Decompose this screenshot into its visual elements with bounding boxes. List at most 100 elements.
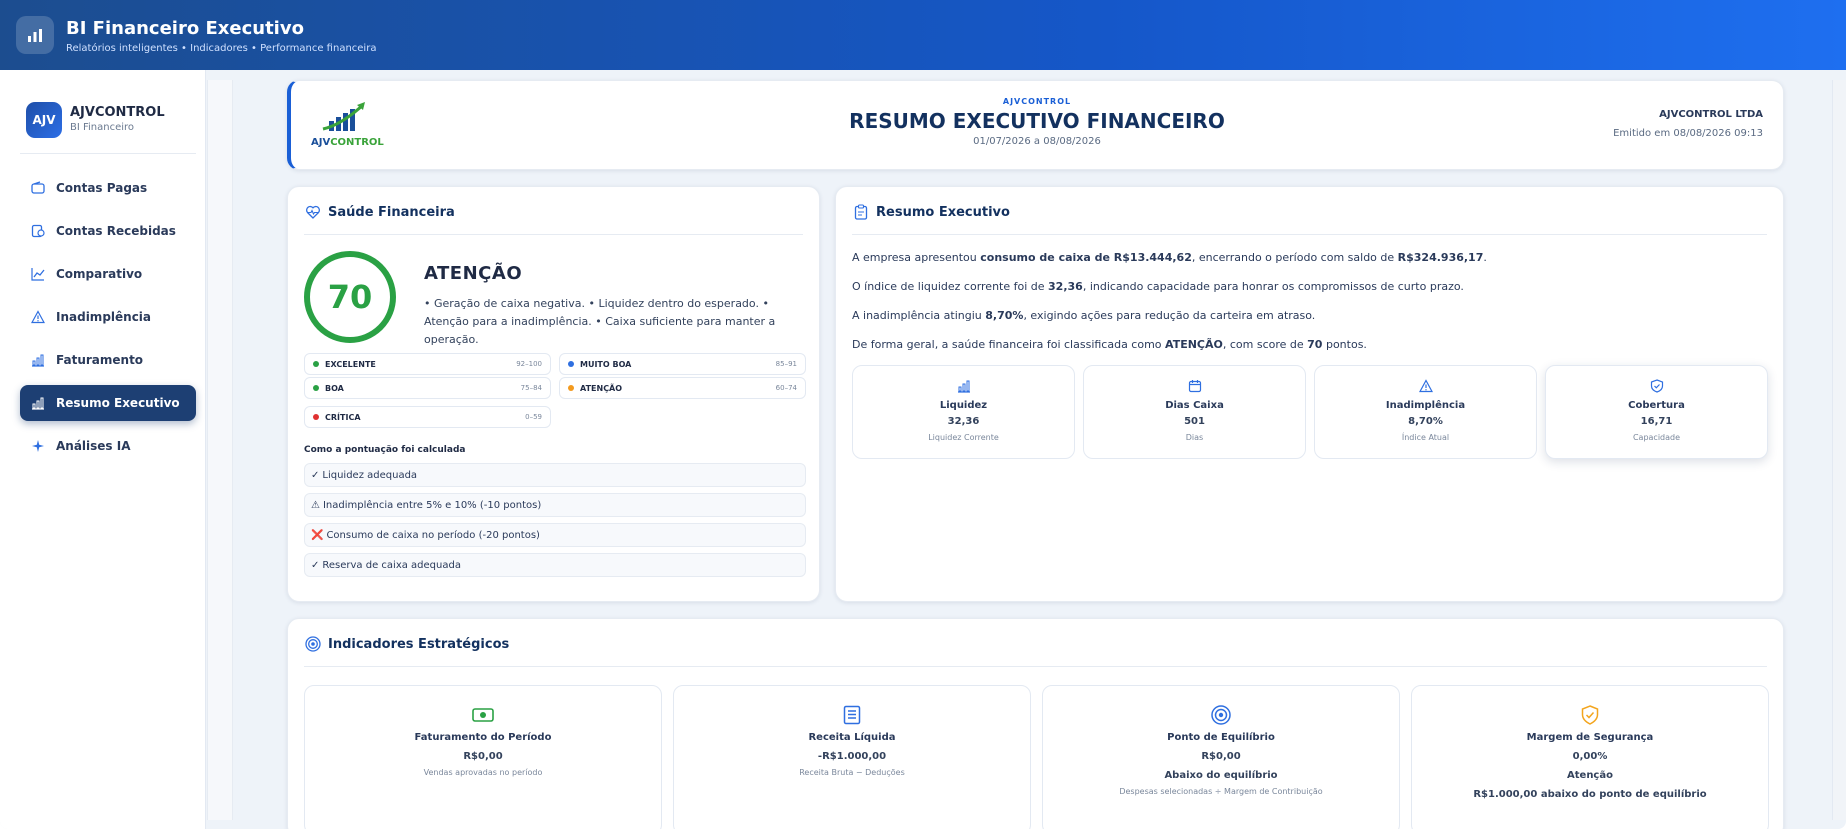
summary-paragraph: De forma geral, a saúde financeira foi c…	[852, 338, 1367, 351]
indicator-card-ponto-equilibrio: Ponto de Equilíbrio R$0,00 Abaixo do equ…	[1042, 685, 1400, 829]
kpi-sub: Dias	[1185, 433, 1204, 442]
sidebar-item-inadimplencia[interactable]: Inadimplência	[20, 299, 196, 335]
sidebar-item-resumo-executivo[interactable]: Resumo Executivo	[20, 385, 196, 421]
list-item: ✓ Reserva de caixa adequada	[304, 553, 806, 577]
sidebar-item-label: Contas Recebidas	[56, 224, 176, 238]
indicator-value: -R$1.000,00	[817, 751, 887, 762]
card-title: Indicadores Estratégicos	[328, 636, 510, 652]
app-title: BI Financeiro Executivo	[66, 18, 304, 39]
document-icon	[841, 704, 863, 726]
report-period: 01/07/2026 a 08/08/2026	[973, 136, 1101, 147]
divider	[304, 666, 1767, 667]
sidebar-item-contas-recebidas[interactable]: Contas Recebidas	[20, 213, 196, 249]
kpi-label: Cobertura	[1628, 400, 1685, 411]
app-logo-icon	[16, 16, 54, 54]
sidebar-item-contas-pagas[interactable]: Contas Pagas	[20, 170, 196, 206]
report-brand: AJVCONTROL	[1002, 97, 1072, 106]
sidebar-item-label: Inadimplência	[56, 310, 152, 324]
status-dot	[313, 361, 319, 367]
bar-chart-icon	[30, 395, 46, 411]
divider	[20, 153, 196, 154]
wallet-icon	[30, 180, 46, 196]
bar-chart-icon	[30, 352, 46, 368]
health-description: • Geração de caixa negativa. • Liquidez …	[424, 297, 776, 346]
sidebar-item-label: Resumo Executivo	[56, 396, 180, 410]
list-item: ❌ Consumo de caixa no período (-20 pontos…	[304, 523, 806, 547]
kpi-sub: Liquidez Corrente	[928, 433, 999, 442]
kpi-value: 8,70%	[1408, 416, 1443, 427]
score-ring: 70	[304, 251, 396, 343]
sidebar-item-label: Faturamento	[56, 353, 144, 367]
indicator-label: Faturamento do Período	[414, 732, 552, 743]
kpi-label: Inadimplência	[1385, 400, 1466, 411]
report-header: AJVCONTROL AJVCONTROL RESUMO EXECUTIVO F…	[287, 80, 1784, 170]
indicator-label: Ponto de Equilíbrio	[1167, 732, 1275, 743]
kpi-label: Dias Caixa	[1165, 400, 1224, 411]
target-icon	[1210, 704, 1232, 726]
brand-subtitle: BI Financeiro	[70, 122, 135, 133]
indicator-sub: Despesas selecionadas ÷ Margem de Contri…	[1119, 787, 1323, 796]
divider	[304, 234, 803, 235]
indicator-sub: Vendas aprovadas no período	[423, 768, 543, 777]
list-item: ✓ Liquidez adequada	[304, 463, 806, 487]
sidebar-item-label: Contas Pagas	[56, 181, 148, 195]
sidebar-item-label: Análises IA	[56, 439, 131, 453]
clipboard-icon	[852, 203, 870, 221]
kpi-label: Liquidez	[939, 400, 988, 411]
sidebar-item-analises-ia[interactable]: Análises IA	[20, 428, 196, 464]
sparkle-icon	[30, 438, 46, 454]
sidebar-brand: AJV AJVCONTROL BI Financeiro	[26, 102, 196, 142]
kpi-row: Liquidez 32,36 Liquidez Corrente Dias Ca…	[852, 365, 1768, 459]
status-dot	[568, 361, 574, 367]
health-status: ATENÇÃO	[424, 263, 523, 284]
top-header: BI Financeiro Executivo Relatórios intel…	[0, 0, 1846, 70]
target-icon	[304, 635, 322, 653]
avatar: AJV	[26, 102, 62, 138]
indicator-note: R$1.000,00 abaixo do ponto de equilíbrio	[1473, 789, 1707, 800]
heart-pulse-icon	[304, 203, 322, 221]
strategic-grid: Faturamento do Período R$0,00 Vendas apr…	[304, 685, 1769, 829]
card-title: Resumo Executivo	[876, 204, 1010, 220]
sidebar-item-comparativo[interactable]: Comparativo	[20, 256, 196, 292]
trend-icon	[30, 266, 46, 282]
indicator-value: R$0,00	[1201, 751, 1241, 762]
indicator-card-margem-seguranca: Margem de Segurança 0,00% Atenção R$1.00…	[1411, 685, 1769, 829]
strategic-indicators-card: Indicadores Estratégicos Faturamento do …	[287, 618, 1784, 829]
kpi-value: 501	[1184, 416, 1205, 427]
status-dot	[313, 414, 319, 420]
indicator-value: 0,00%	[1572, 751, 1608, 762]
warning-icon	[30, 309, 46, 325]
report-title: RESUMO EXECUTIVO FINANCEIRO	[849, 109, 1225, 133]
app-subtitle: Relatórios inteligentes • Indicadores • …	[66, 43, 377, 54]
indicator-label: Margem de Segurança	[1526, 732, 1654, 743]
kpi-value: 32,36	[947, 416, 980, 427]
kpi-card-cobertura: Cobertura 16,71 Capacidade	[1545, 365, 1768, 459]
calc-title: Como a pontuação foi calculada	[304, 445, 466, 455]
report-company: AJVCONTROL LTDA	[1659, 109, 1763, 120]
app-window: BI Financeiro Executivo Relatórios intel…	[0, 0, 1846, 829]
status-dot	[313, 385, 319, 391]
kpi-card-inadimplencia: Inadimplência 8,70% Índice Atual	[1314, 365, 1537, 459]
main-content: AJVCONTROL AJVCONTROL RESUMO EXECUTIVO F…	[234, 70, 1846, 829]
warning-icon	[1418, 378, 1434, 394]
main-scrollbar[interactable]	[1832, 80, 1846, 820]
kpi-card-liquidez: Liquidez 32,36 Liquidez Corrente	[852, 365, 1075, 459]
indicator-sub: Receita Bruta − Deduções	[799, 768, 905, 777]
sidebar-item-faturamento[interactable]: Faturamento	[20, 342, 196, 378]
indicator-label: Receita Líquida	[808, 732, 896, 743]
money-icon	[472, 704, 494, 726]
legend-item: EXCELENTE 92–100	[304, 353, 551, 375]
card-title: Saúde Financeira	[328, 204, 455, 220]
list-item: ⚠ Inadimplência entre 5% e 10% (-10 ponto…	[304, 493, 806, 517]
shield-icon	[1649, 378, 1665, 394]
shield-check-icon	[1579, 704, 1601, 726]
health-card: Saúde Financeira 70 ATENÇÃO • Geração de…	[287, 186, 820, 602]
kpi-value: 16,71	[1640, 416, 1673, 427]
legend-item: CRÍTICA 0–59	[304, 406, 551, 428]
executive-summary-card: Resumo Executivo A empresa apresentou co…	[835, 186, 1784, 602]
calc-list: ✓ Liquidez adequada ⚠ Inadimplência entre …	[304, 463, 806, 583]
sidebar-nav: Contas Pagas Contas Recebidas Comparativ…	[20, 170, 196, 471]
sidebar-scroll-gutter	[207, 80, 233, 820]
bar-chart-icon	[956, 378, 972, 394]
summary-paragraph: O índice de liquidez corrente foi de 32,…	[852, 280, 1464, 293]
